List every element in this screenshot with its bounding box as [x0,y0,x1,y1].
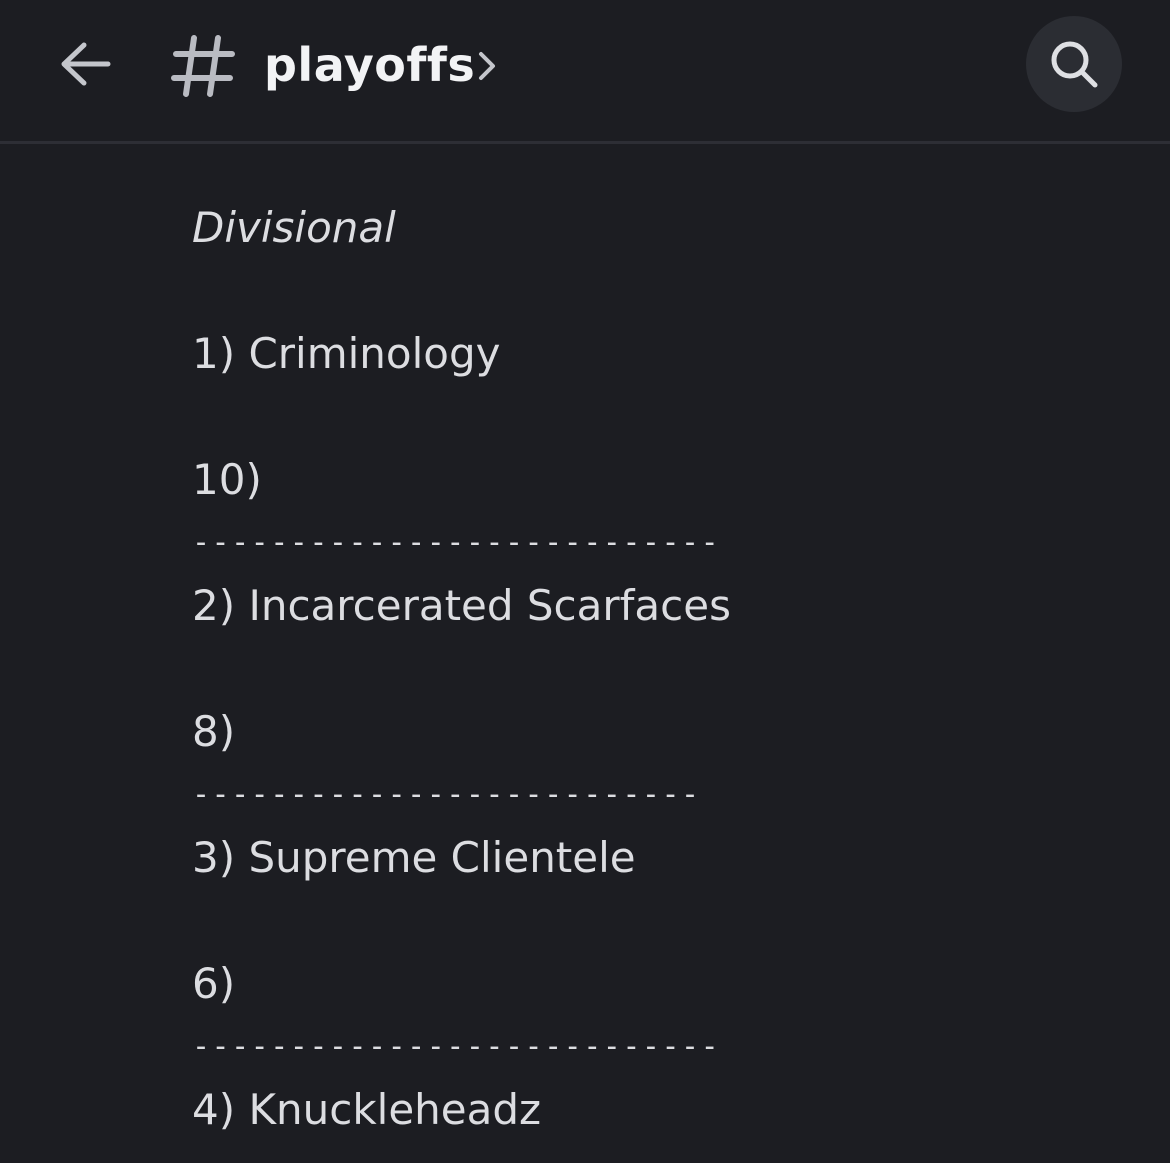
message-line-seed-4: 4) Knuckleheadz [192,1085,542,1134]
message-separator: --------------------------- [192,525,721,560]
message-line-divisional: Divisional [192,203,396,252]
arrow-left-icon [61,42,111,86]
search-icon [1051,41,1098,88]
channel-header: playoffs [0,0,1170,144]
message-line-seed-2: 2) Incarcerated Scarfaces [192,581,731,630]
message-content: Divisional 1) Criminology 10) ----------… [192,196,1092,1141]
message-line-seed-10: 10) [192,455,262,504]
message-line-seed-6: 6) [192,959,236,1008]
search-button[interactable] [1026,16,1122,112]
chevron-right-icon[interactable] [474,46,500,86]
message-separator: -------------------------- [192,777,701,812]
hash-icon [171,35,235,97]
message-separator: --------------------------- [192,1029,721,1064]
message-line-seed-1: 1) Criminology [192,329,501,378]
back-button[interactable] [48,28,120,100]
message-line-seed-8: 8) [192,707,236,756]
message-line-seed-3: 3) Supreme Clientele [192,833,636,882]
channel-title[interactable]: playoffs [264,34,475,96]
